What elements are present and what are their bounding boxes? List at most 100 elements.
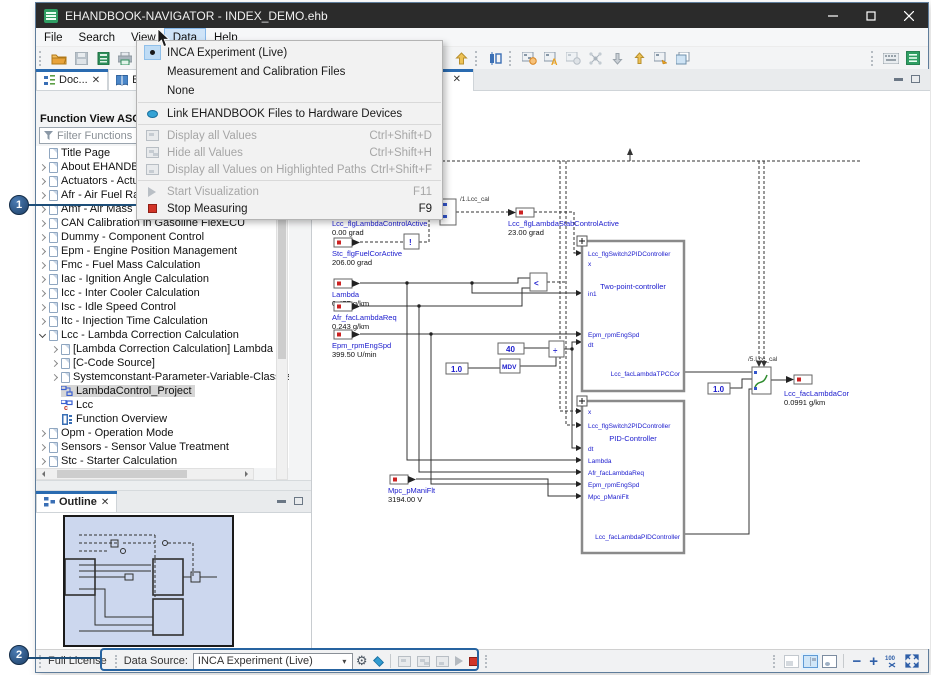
tab-close-icon[interactable]: ✕ [101, 497, 109, 508]
tree-item-lcc[interactable]: Lcc - Lambda Correction Calculation [36, 328, 289, 342]
menu-item-hide-all-values[interactable]: Hide all ValuesCtrl+Shift+H [137, 144, 442, 161]
outline-icon [44, 497, 55, 508]
outline-body [36, 513, 311, 649]
menu-item-inca-experiment[interactable]: INCA Experiment (Live) [137, 43, 442, 62]
tab-documents[interactable]: Doc... ✕ [36, 69, 108, 90]
menu-item-link-ehandbook[interactable]: Link EHANDBOOK Files to Hardware Devices [137, 105, 442, 122]
pid-controller-block[interactable]: x Lcc_flgSwitch2PIDController PID-Contro… [577, 396, 684, 553]
tree-item[interactable]: Isc - Idle Speed Control [36, 300, 289, 314]
save-icon[interactable] [71, 49, 91, 68]
outline-thumbnail[interactable] [63, 515, 234, 647]
layout-single-icon[interactable] [784, 655, 799, 668]
tree-item[interactable]: Epm - Engine Position Management [36, 244, 289, 258]
svg-text:PID-Controller: PID-Controller [609, 434, 657, 443]
maximize-panel-icon[interactable] [911, 75, 920, 83]
svg-text:Stc_flgFuelCorActive: Stc_flgFuelCorActive [332, 249, 402, 258]
import-config-icon[interactable] [485, 49, 505, 68]
keyboard-icon[interactable] [881, 49, 901, 68]
tree-item[interactable]: Stc - Starter Calculation [36, 454, 289, 468]
tree-item[interactable]: Systemconstant-Parameter-Variable-Classe… [36, 370, 289, 384]
layout-detail-icon[interactable] [822, 655, 837, 668]
svg-text:in1: in1 [588, 291, 597, 298]
doc-icon [49, 302, 58, 313]
close-icon[interactable] [890, 3, 928, 28]
svg-text:÷: ÷ [553, 346, 558, 355]
svg-text:!: ! [409, 238, 412, 247]
doc-icon [49, 288, 58, 299]
menu-item-stop-measuring[interactable]: Stop MeasuringF9 [137, 200, 442, 217]
maximize-panel-icon[interactable] [294, 497, 303, 505]
display-highlighted-icon [146, 164, 159, 175]
signal-lcc-flgLambdaStabControlActive[interactable]: /1.Lcc_cal Lcc_flgLambdaStabControlActiv… [460, 196, 619, 237]
const-1-block[interactable]: 1.0 [446, 363, 468, 374]
doc-icon [49, 190, 58, 201]
tree-item[interactable]: Itc - Injection Time Calculation [36, 314, 289, 328]
arrow-down-icon[interactable] [607, 49, 627, 68]
open-file-icon[interactable] [49, 49, 69, 68]
layout-split-icon[interactable] [803, 655, 818, 668]
arrow-up-icon[interactable] [629, 49, 649, 68]
minimize-panel-icon[interactable] [277, 500, 286, 503]
print-icon[interactable] [115, 49, 135, 68]
zoom-out-icon[interactable]: − [852, 654, 861, 669]
minimize-icon[interactable] [814, 3, 852, 28]
svg-text:/1.Lcc_cal: /1.Lcc_cal [460, 196, 490, 203]
diagram-export-icon[interactable] [651, 49, 671, 68]
tab-close-icon[interactable]: ✕ [92, 75, 100, 86]
menu-separator [138, 180, 441, 181]
not-block[interactable]: ! [404, 234, 419, 249]
horizontal-scrollbar[interactable] [36, 468, 254, 480]
doc-icon [61, 372, 70, 383]
tree-item[interactable]: Sensors - Sensor Value Treatment [36, 440, 289, 454]
zoom-100-icon[interactable]: 100 [885, 654, 899, 668]
const-1b-block[interactable]: 1.0 [708, 383, 730, 394]
menu-item-measurement-files[interactable]: Measurement and Calibration Files [137, 62, 442, 81]
minimize-panel-icon[interactable] [894, 78, 903, 81]
tree-item[interactable]: Opm - Operation Mode [36, 426, 289, 440]
svg-text:Lcc_facLambdaTPCCor: Lcc_facLambdaTPCCor [611, 371, 681, 378]
documentation-icon[interactable] [93, 49, 113, 68]
two-point-controller-block[interactable]: Lcc_flgSwitch2PIDController x Two-point-… [577, 236, 684, 391]
scrollbar-thumb[interactable] [57, 470, 187, 478]
tree-item[interactable]: Function Overview [36, 412, 289, 426]
copy-view-icon[interactable] [673, 49, 693, 68]
menu-search[interactable]: Search [71, 28, 123, 46]
svg-text:dt: dt [588, 342, 594, 349]
const-40-block[interactable]: 40 [498, 343, 524, 354]
menu-item-none[interactable]: None [137, 81, 442, 100]
navigate-up-icon[interactable] [451, 49, 471, 68]
switch-block[interactable] [752, 367, 771, 394]
tree-item[interactable]: [Lambda Correction Calculation] Lambda [36, 342, 289, 356]
svg-text:Afr_facLambdaReq: Afr_facLambdaReq [588, 470, 644, 477]
diagram-search-icon[interactable] [519, 49, 539, 68]
zoom-in-icon[interactable]: + [869, 654, 878, 669]
tab-outline[interactable]: Outline ✕ [36, 491, 117, 512]
panel-divider[interactable] [36, 480, 311, 491]
tree-item[interactable]: Iac - Ignition Angle Calculation [36, 272, 289, 286]
svg-text:Lcc_facLambdaPIDController: Lcc_facLambdaPIDController [595, 534, 681, 541]
menu-file[interactable]: File [36, 28, 71, 46]
menu-item-display-all-values[interactable]: Display all ValuesCtrl+Shift+D [137, 127, 442, 144]
tree-item[interactable]: Dummy - Component Control [36, 230, 289, 244]
mdv-block[interactable]: MDV [500, 359, 520, 373]
diagram-font-icon[interactable]: A [541, 49, 561, 68]
less-than-block[interactable]: < [530, 273, 547, 291]
svg-text:3194.00 V: 3194.00 V [388, 495, 422, 504]
svg-text:0.0991 g/km: 0.0991 g/km [784, 398, 825, 407]
svg-text:Mpc_pManiFlt: Mpc_pManiFlt [588, 494, 629, 501]
svg-text:Lcc_facLambdaCor: Lcc_facLambdaCor [784, 389, 850, 398]
fit-screen-icon[interactable] [905, 654, 919, 668]
tree-item-selected[interactable]: LambdaControl_Project [36, 384, 289, 398]
divide-block[interactable]: ÷ [549, 341, 564, 357]
tree-item[interactable]: Fmc - Fuel Mass Calculation [36, 258, 289, 272]
menu-item-display-highlighted[interactable]: Display all Values on Highlighted PathsC… [137, 161, 442, 178]
maximize-icon[interactable] [852, 3, 890, 28]
connections-icon[interactable] [585, 49, 605, 68]
ehandbook-logo-icon[interactable] [903, 49, 923, 68]
tree-item[interactable]: c Lcc [36, 398, 289, 412]
tab-close-icon[interactable]: ✕ [453, 74, 461, 85]
tree-item[interactable]: Icc - Inter Cooler Calculation [36, 286, 289, 300]
diagram-gray-icon[interactable] [563, 49, 583, 68]
tree-item[interactable]: [C-Code Source] [36, 356, 289, 370]
menu-item-start-visualization[interactable]: Start VisualizationF11 [137, 183, 442, 200]
